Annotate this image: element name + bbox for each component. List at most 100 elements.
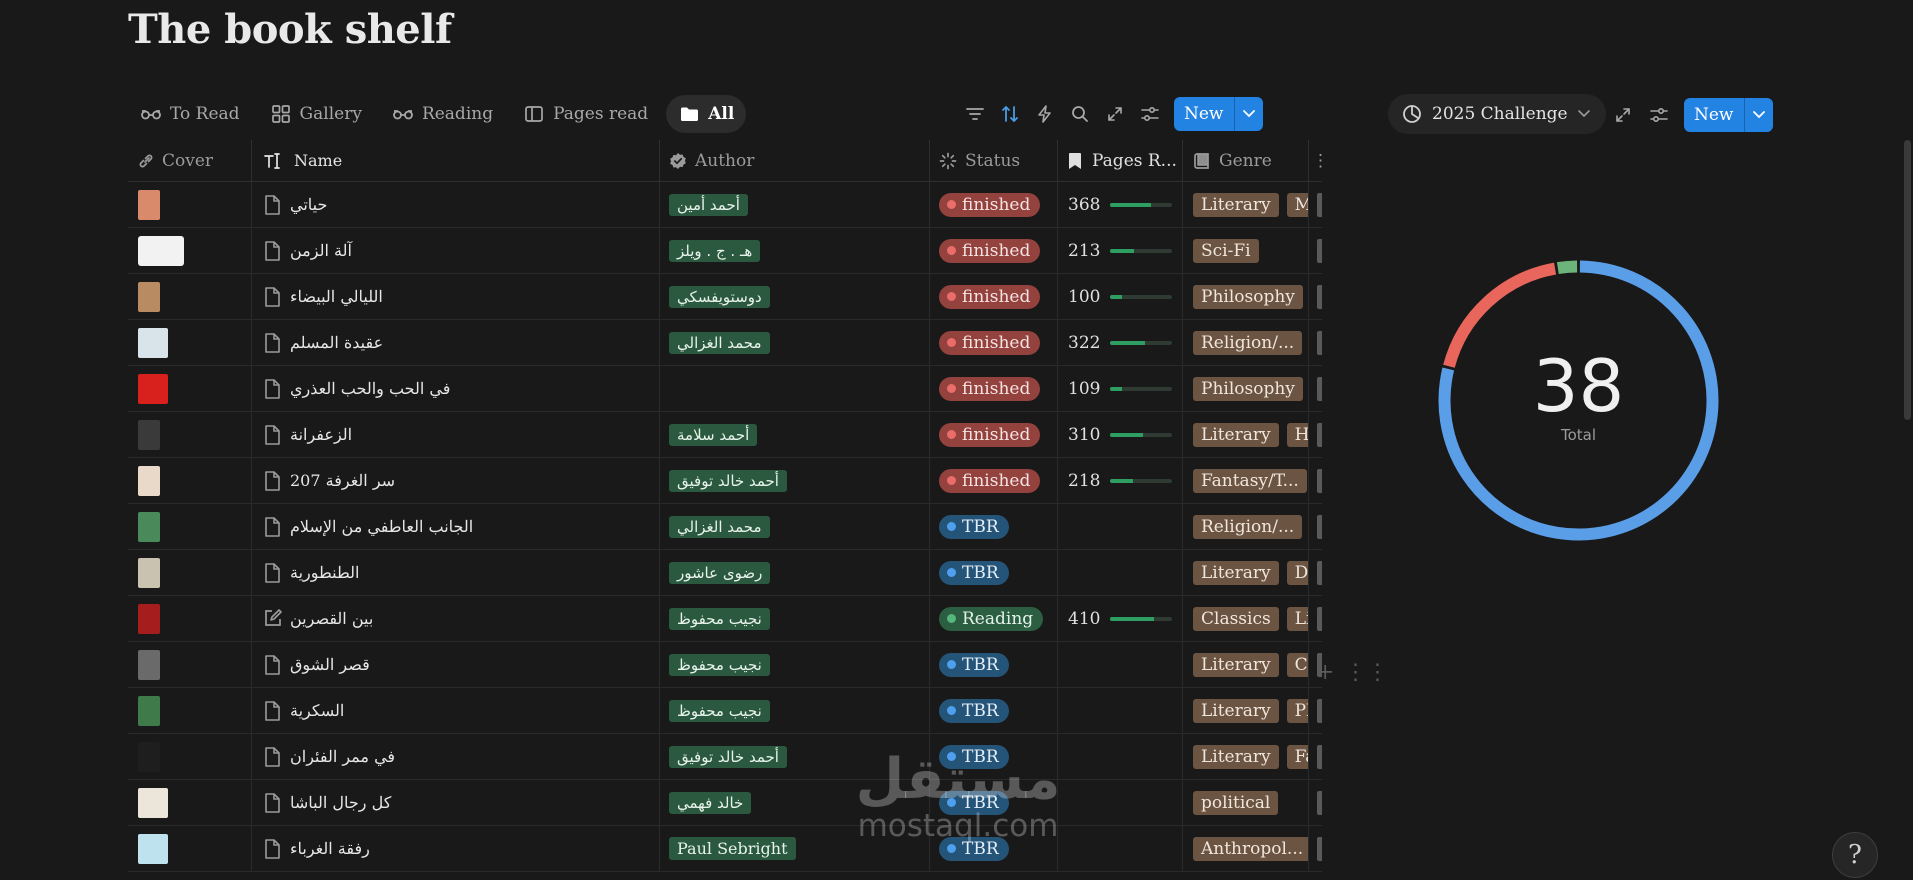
status-cell[interactable]: finished: [930, 412, 1058, 457]
name-cell[interactable]: عقيدة المسلم: [252, 320, 660, 365]
pages-read-cell[interactable]: [1058, 642, 1183, 687]
status-cell[interactable]: finished: [930, 458, 1058, 503]
new-chart-record-button[interactable]: New: [1684, 98, 1773, 132]
name-cell[interactable]: قصر الشوق: [252, 642, 660, 687]
new-button-label[interactable]: New: [1684, 98, 1745, 132]
table-row[interactable]: رفقة الغرباء Paul Sebright TBR Anthropol...: [128, 826, 1322, 872]
cover-cell[interactable]: [128, 826, 252, 871]
status-cell[interactable]: Reading: [930, 596, 1058, 641]
status-cell[interactable]: finished: [930, 182, 1058, 227]
name-cell[interactable]: آلة الزمن: [252, 228, 660, 273]
pages-read-cell[interactable]: 213: [1058, 228, 1183, 273]
genre-cell[interactable]: Philosophy: [1183, 274, 1309, 319]
genre-cell[interactable]: Literary Cla: [1183, 642, 1309, 687]
table-row[interactable]: عقيدة المسلم محمد الغزالي finished 322 Relig…: [128, 320, 1322, 366]
automation-icon[interactable]: [1034, 103, 1056, 125]
status-cell[interactable]: TBR: [930, 642, 1058, 687]
new-record-button[interactable]: New: [1174, 97, 1263, 131]
cover-cell[interactable]: [128, 274, 252, 319]
filter-icon[interactable]: [964, 103, 986, 125]
cover-cell[interactable]: [128, 734, 252, 779]
column-header-genre[interactable]: Genre: [1183, 140, 1309, 181]
genre-cell[interactable]: Fantasy/T...: [1183, 458, 1309, 503]
sort-icon[interactable]: [999, 103, 1021, 125]
table-row[interactable]: كل رجال الباشا خالد فهمي TBR political: [128, 780, 1322, 826]
name-cell[interactable]: الطنطورية: [252, 550, 660, 595]
genre-cell[interactable]: Philosophy: [1183, 366, 1309, 411]
pages-read-cell[interactable]: [1058, 688, 1183, 733]
name-cell[interactable]: رفقة الغرباء: [252, 826, 660, 871]
name-cell[interactable]: حياتي: [252, 182, 660, 227]
tab-all[interactable]: All: [666, 95, 747, 133]
challenge-view-button[interactable]: 2025 Challenge: [1388, 94, 1606, 134]
name-cell[interactable]: السكرية: [252, 688, 660, 733]
genre-cell[interactable]: Literary Dra: [1183, 550, 1309, 595]
cover-cell[interactable]: [128, 596, 252, 641]
column-header-pagesr[interactable]: Pages R...: [1058, 140, 1183, 181]
table-row[interactable]: الليالي البيضاء دوستويفسكي finished 100 Phil…: [128, 274, 1322, 320]
table-row[interactable]: الطنطورية رضوى عاشور TBR Literary Dra: [128, 550, 1322, 596]
genre-cell[interactable]: Literary Fan: [1183, 734, 1309, 779]
cover-cell[interactable]: [128, 366, 252, 411]
settings-sliders-icon[interactable]: [1139, 103, 1161, 125]
status-cell[interactable]: finished: [930, 228, 1058, 273]
name-cell[interactable]: الزعفرانة: [252, 412, 660, 457]
genre-cell[interactable]: Literary Phi: [1183, 688, 1309, 733]
column-header-author[interactable]: Author: [660, 140, 930, 181]
genre-cell[interactable]: Religion/...: [1183, 504, 1309, 549]
pages-read-cell[interactable]: 322: [1058, 320, 1183, 365]
help-button[interactable]: ?: [1832, 832, 1878, 878]
more-columns-icon[interactable]: ⋮: [1309, 140, 1322, 181]
pages-read-cell[interactable]: 100: [1058, 274, 1183, 319]
table-row[interactable]: السكرية نجيب محفوظ TBR Literary Phi: [128, 688, 1322, 734]
pages-read-cell[interactable]: 368: [1058, 182, 1183, 227]
cover-cell[interactable]: [128, 458, 252, 503]
settings-sliders-icon[interactable]: [1648, 104, 1670, 126]
author-cell[interactable]: دوستويفسكي: [660, 274, 930, 319]
column-header-status[interactable]: Status: [930, 140, 1058, 181]
genre-cell[interactable]: Classics Lite: [1183, 596, 1309, 641]
scrollbar[interactable]: [1904, 140, 1911, 420]
tab-to-read[interactable]: To Read: [128, 95, 252, 133]
name-cell[interactable]: كل رجال الباشا: [252, 780, 660, 825]
cover-cell[interactable]: [128, 642, 252, 687]
cover-cell[interactable]: [128, 412, 252, 457]
cover-cell[interactable]: [128, 228, 252, 273]
tab-gallery[interactable]: Gallery: [258, 95, 374, 133]
cover-cell[interactable]: [128, 688, 252, 733]
chevron-down-icon[interactable]: [1745, 98, 1773, 132]
table-row[interactable]: في الحب والحب العذري finished 109 Philosoph…: [128, 366, 1322, 412]
author-cell[interactable]: نجيب محفوظ: [660, 642, 930, 687]
name-cell[interactable]: في ممر الفئران: [252, 734, 660, 779]
cover-cell[interactable]: [128, 320, 252, 365]
chevron-down-icon[interactable]: [1235, 97, 1263, 131]
table-row[interactable]: الجانب العاطفي من الإسلام محمد الغزالي TBR…: [128, 504, 1322, 550]
new-button-label[interactable]: New: [1174, 97, 1235, 131]
table-row[interactable]: في ممر الفئران أحمد خالد توفيق TBR Literary…: [128, 734, 1322, 780]
genre-cell[interactable]: Religion/...: [1183, 320, 1309, 365]
genre-cell[interactable]: Literary Me: [1183, 182, 1309, 227]
table-row[interactable]: آلة الزمن هـ . ج . ويلز finished 213 Sci-Fi: [128, 228, 1322, 274]
status-cell[interactable]: finished: [930, 320, 1058, 365]
genre-cell[interactable]: Anthropol...: [1183, 826, 1309, 871]
status-cell[interactable]: TBR: [930, 688, 1058, 733]
table-row[interactable]: سر الغرفة 207 أحمد خالد توفيق finished 218 F…: [128, 458, 1322, 504]
pages-read-cell[interactable]: [1058, 550, 1183, 595]
pages-read-cell[interactable]: 218: [1058, 458, 1183, 503]
author-cell[interactable]: محمد الغزالي: [660, 504, 930, 549]
search-icon[interactable]: [1069, 103, 1091, 125]
pages-read-cell[interactable]: 310: [1058, 412, 1183, 457]
pages-read-cell[interactable]: 109: [1058, 366, 1183, 411]
status-cell[interactable]: finished: [930, 366, 1058, 411]
author-cell[interactable]: نجيب محفوظ: [660, 688, 930, 733]
cover-cell[interactable]: [128, 780, 252, 825]
table-row[interactable]: بين القصرين نجيب محفوظ Reading 410 Classics L…: [128, 596, 1322, 642]
table-row[interactable]: الزعفرانة أحمد سلامة finished 310 Literary Hi…: [128, 412, 1322, 458]
table-row[interactable]: قصر الشوق نجيب محفوظ TBR Literary Cla: [128, 642, 1322, 688]
pages-read-cell[interactable]: [1058, 504, 1183, 549]
cover-cell[interactable]: [128, 182, 252, 227]
column-header-cover[interactable]: Cover: [128, 140, 252, 181]
author-cell[interactable]: رضوى عاشور: [660, 550, 930, 595]
genre-cell[interactable]: Sci-Fi: [1183, 228, 1309, 273]
name-cell[interactable]: الليالي البيضاء: [252, 274, 660, 319]
